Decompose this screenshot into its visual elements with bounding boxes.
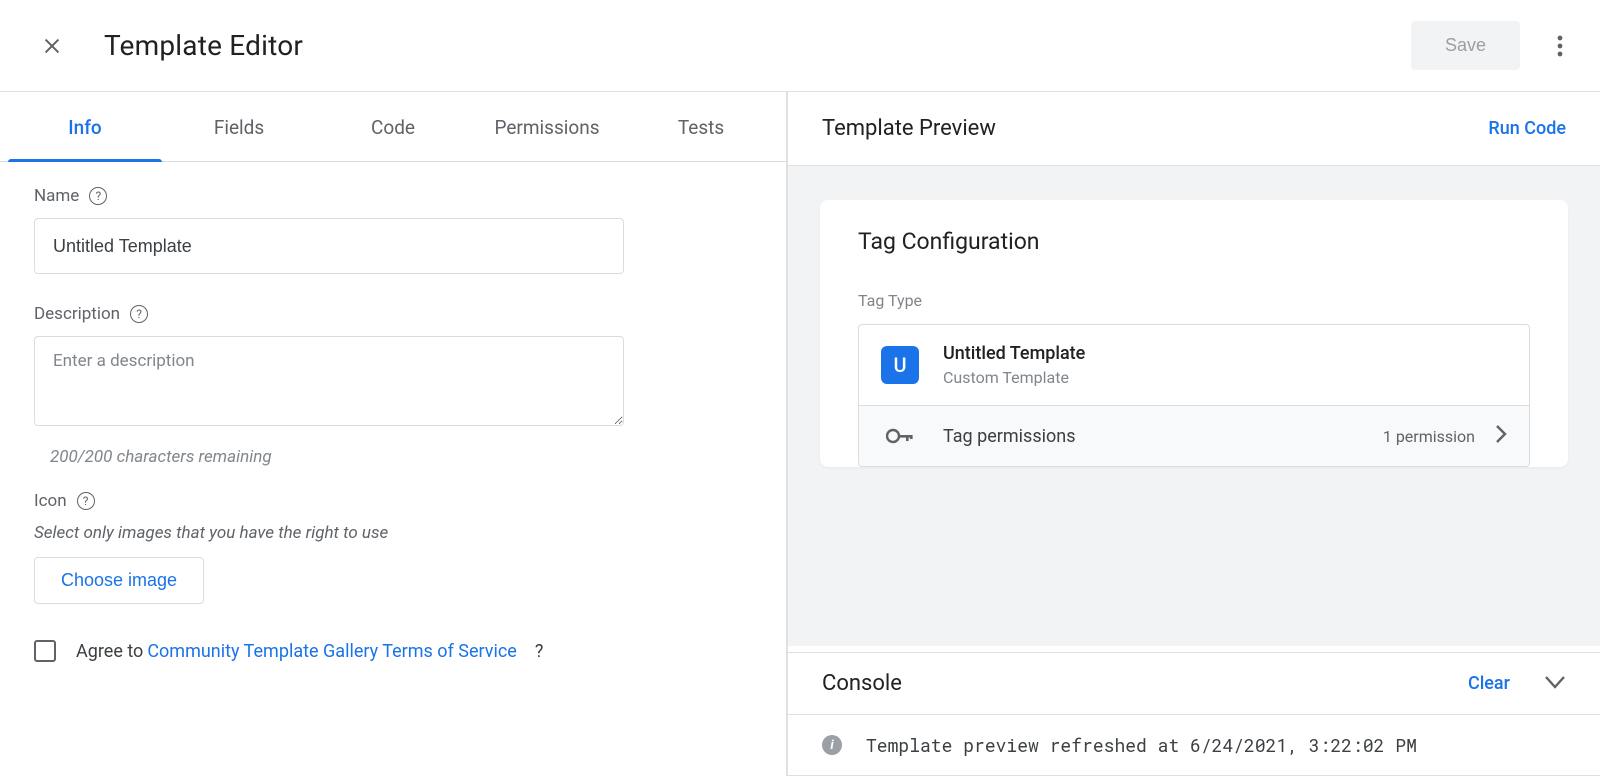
preview-title: Template Preview — [822, 116, 996, 141]
info-form: Name ? Description ? 200/200 characters … — [0, 162, 786, 686]
run-code-button[interactable]: Run Code — [1488, 118, 1566, 139]
console-message: Template preview refreshed at 6/24/2021,… — [866, 733, 1417, 757]
choose-image-button[interactable]: Choose image — [34, 557, 204, 604]
template-name: Untitled Template — [943, 343, 1507, 364]
console-clear-button[interactable]: Clear — [1468, 673, 1510, 694]
agree-terms-row: Agree to Community Template Gallery Term… — [34, 640, 752, 662]
agree-prefix: Agree to — [76, 641, 143, 662]
help-icon[interactable]: ? — [535, 641, 544, 662]
permission-count: 1 permission — [1383, 427, 1475, 446]
card-title: Tag Configuration — [858, 228, 1530, 255]
tag-box: U Untitled Template Custom Template — [858, 324, 1530, 467]
chevron-right-icon — [1495, 424, 1507, 448]
help-icon[interactable]: ? — [77, 492, 95, 510]
help-icon[interactable]: ? — [89, 187, 107, 205]
app-bar: Template Editor Save — [0, 0, 1600, 92]
kebab-icon — [1557, 34, 1563, 58]
console-header: Console Clear — [788, 652, 1600, 715]
template-kind: Custom Template — [943, 368, 1507, 387]
console-collapse-button[interactable] — [1544, 675, 1566, 693]
tab-fields[interactable]: Fields — [162, 92, 316, 161]
icon-label: Icon — [34, 491, 67, 511]
editor-pane: Info Fields Code Permissions Tests Name … — [0, 92, 788, 776]
save-button[interactable]: Save — [1411, 21, 1520, 70]
agree-checkbox[interactable] — [34, 640, 56, 662]
tag-template-row[interactable]: U Untitled Template Custom Template — [859, 325, 1529, 405]
page-title: Template Editor — [104, 29, 303, 62]
tag-permissions-row[interactable]: Tag permissions 1 permission — [859, 405, 1529, 466]
info-icon: i — [822, 735, 842, 755]
close-button[interactable] — [38, 32, 66, 60]
preview-pane: Template Preview Run Code Tag Configurat… — [788, 92, 1600, 776]
preview-header: Template Preview Run Code — [788, 92, 1600, 166]
tab-permissions[interactable]: Permissions — [470, 92, 624, 161]
console-title: Console — [822, 671, 902, 696]
char-counter: 200/200 characters remaining — [50, 447, 752, 467]
console-row: i Template preview refreshed at 6/24/202… — [788, 715, 1600, 776]
template-avatar-icon: U — [881, 346, 919, 384]
editor-tabs: Info Fields Code Permissions Tests — [0, 92, 786, 162]
terms-link[interactable]: Community Template Gallery Terms of Serv… — [147, 641, 517, 662]
help-icon[interactable]: ? — [130, 305, 148, 323]
chevron-down-icon — [1544, 675, 1566, 689]
description-label: Description — [34, 304, 120, 324]
tag-type-label: Tag Type — [858, 291, 1530, 310]
name-input[interactable] — [34, 218, 624, 274]
close-icon — [41, 35, 63, 57]
tab-info[interactable]: Info — [8, 92, 162, 161]
preview-body: Tag Configuration Tag Type U Untitled Te… — [788, 166, 1600, 652]
permissions-label: Tag permissions — [943, 426, 1383, 447]
tag-config-card: Tag Configuration Tag Type U Untitled Te… — [820, 200, 1568, 467]
tab-code[interactable]: Code — [316, 92, 470, 161]
key-icon — [881, 428, 919, 444]
overflow-menu-button[interactable] — [1544, 30, 1576, 62]
name-label: Name — [34, 186, 79, 206]
tab-tests[interactable]: Tests — [624, 92, 778, 161]
description-input[interactable] — [34, 336, 624, 426]
icon-hint: Select only images that you have the rig… — [34, 523, 752, 543]
